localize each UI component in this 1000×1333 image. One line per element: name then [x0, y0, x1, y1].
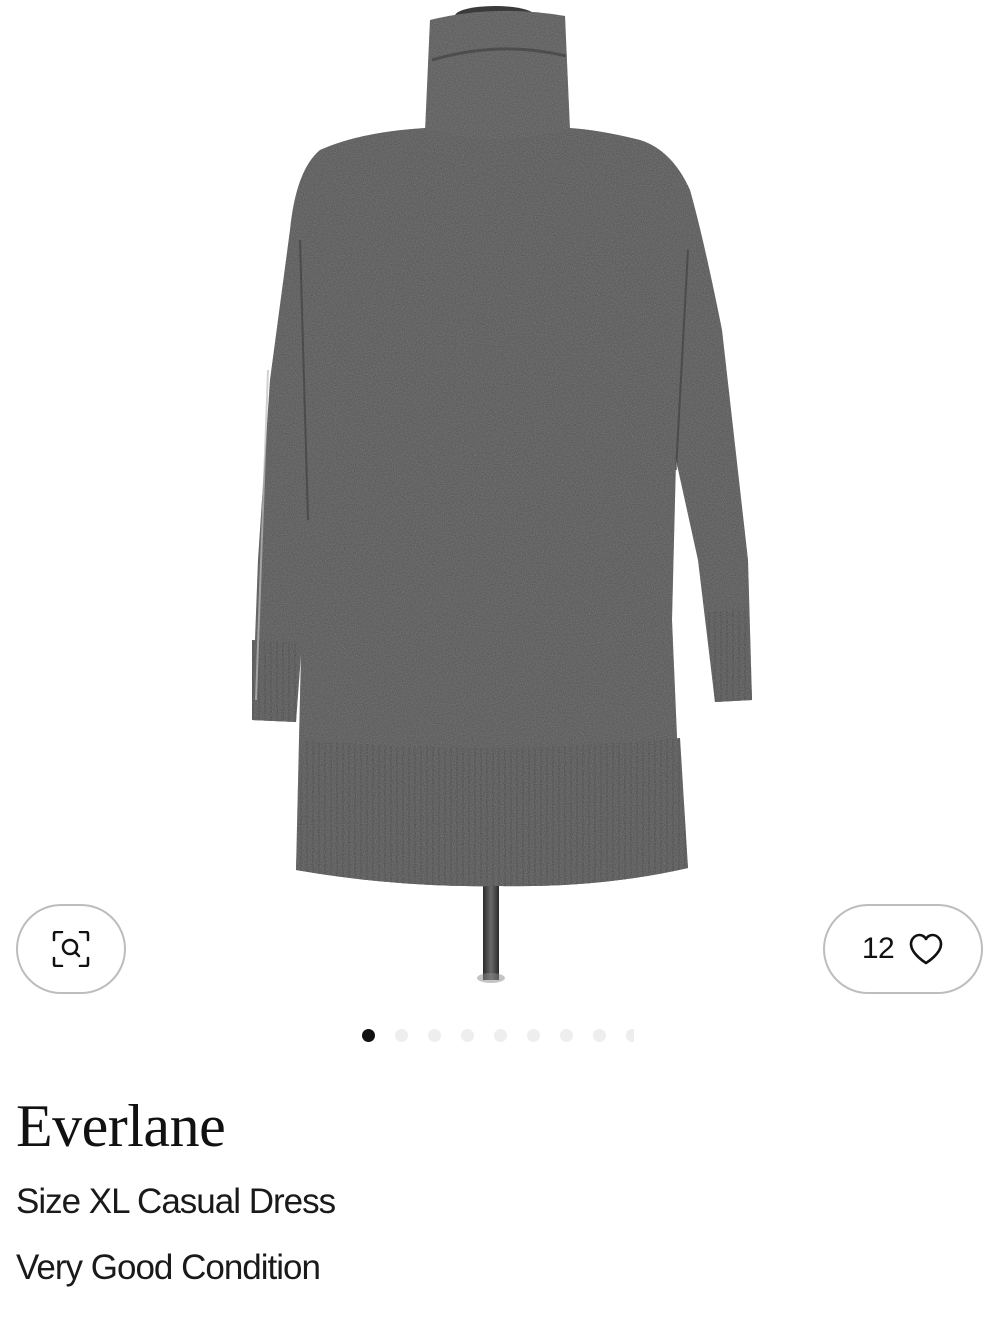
favorite-button[interactable]: 12	[823, 904, 983, 994]
product-condition: Very Good Condition	[16, 1248, 321, 1287]
carousel-dot[interactable]	[593, 1028, 606, 1042]
carousel-dot-active[interactable]	[362, 1028, 375, 1042]
carousel-dot[interactable]	[494, 1028, 507, 1042]
carousel-dot[interactable]	[527, 1028, 540, 1042]
favorite-count: 12	[861, 932, 895, 965]
carousel-indicator	[362, 1028, 634, 1042]
carousel-dot[interactable]	[395, 1028, 408, 1042]
heart-outline-icon	[909, 933, 943, 965]
carousel-dot[interactable]	[626, 1028, 634, 1042]
product-image[interactable]	[0, 0, 1000, 1010]
product-size-type: Size XL Casual Dress	[16, 1182, 336, 1221]
mannequin-pole	[483, 870, 499, 980]
brand-name[interactable]: Everlane	[16, 1090, 226, 1162]
image-search-icon	[52, 931, 90, 967]
carousel-dot[interactable]	[461, 1028, 474, 1042]
zoom-image-button[interactable]	[16, 904, 126, 994]
carousel-dot[interactable]	[428, 1028, 441, 1042]
sweater-dress-illustration	[252, 6, 752, 983]
carousel-dot[interactable]	[560, 1028, 573, 1042]
